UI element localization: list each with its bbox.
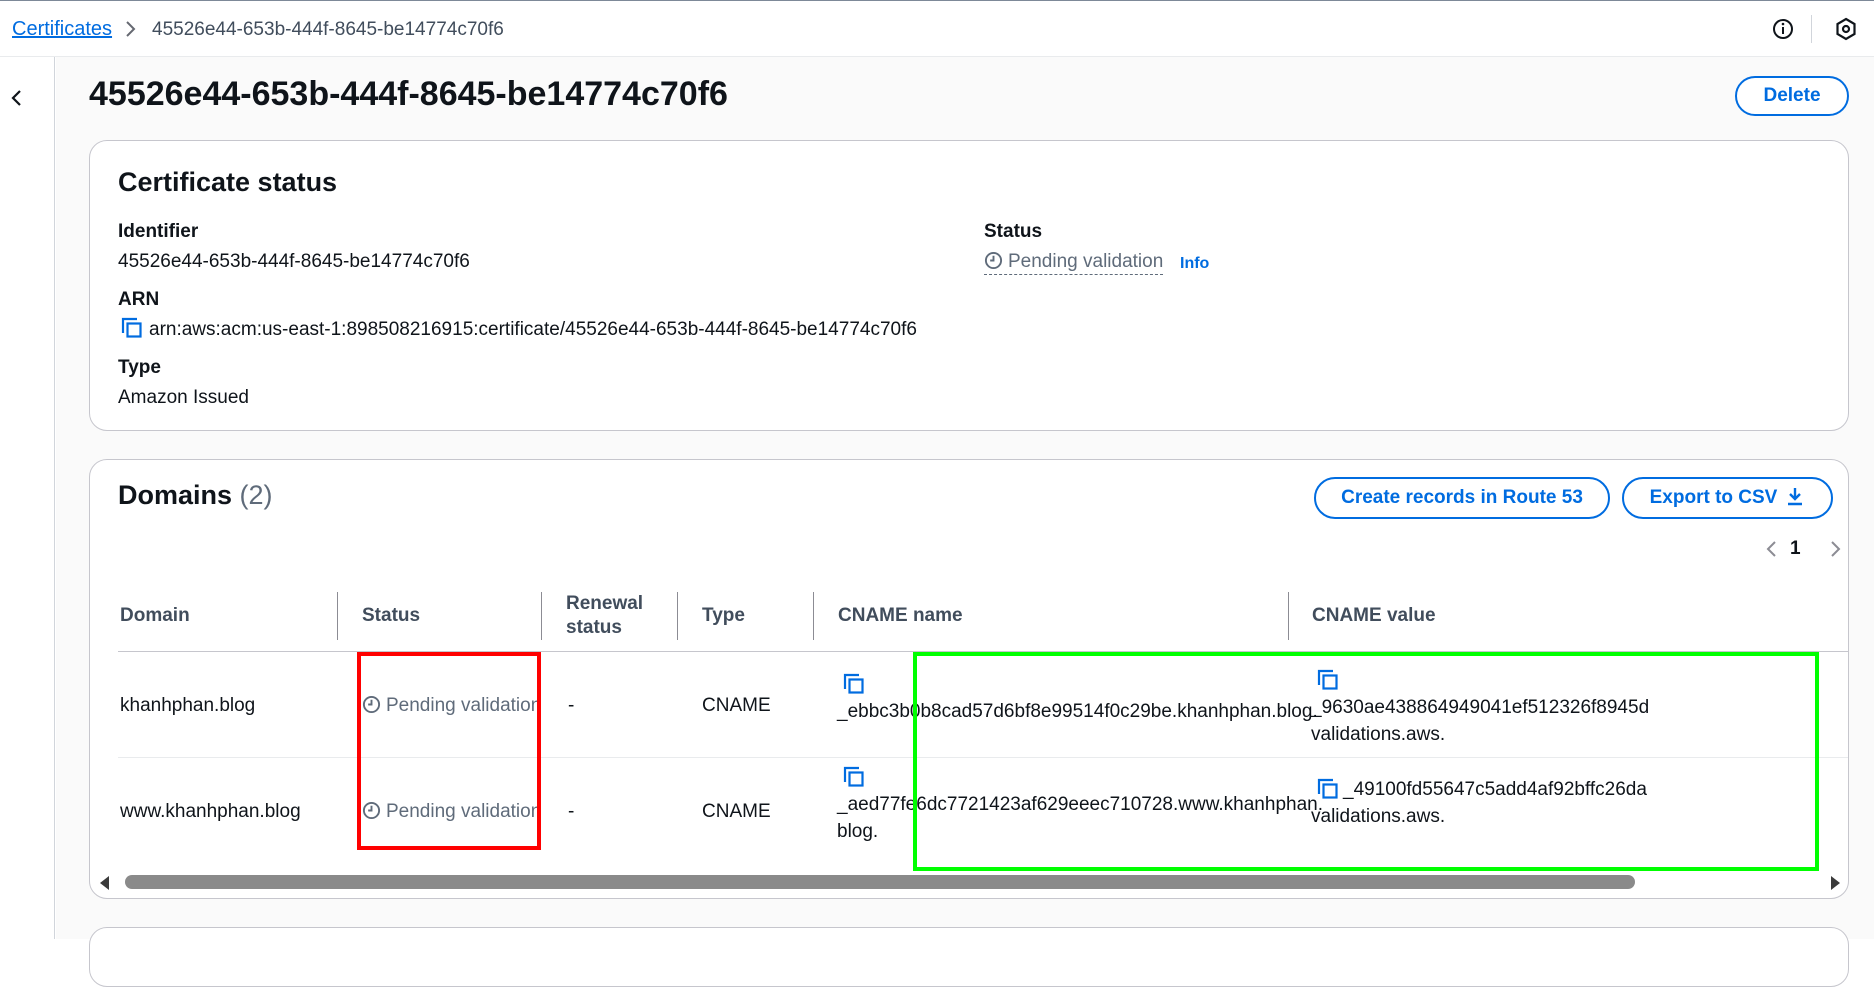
status-highlight-box [357, 652, 541, 850]
col-header-cname-name[interactable]: CNAME name [838, 604, 963, 628]
create-records-route53-button[interactable]: Create records in Route 53 [1314, 477, 1610, 519]
copy-icon[interactable] [842, 765, 866, 789]
col-header-renewal-line2: status [566, 617, 622, 638]
status-value: Pending validation [984, 251, 1164, 275]
top-bar: Certificates 45526e44-653b-444f-8645-be1… [0, 0, 1874, 57]
copy-icon[interactable] [842, 672, 866, 696]
cname-highlight-box [913, 652, 1819, 871]
col-header-status[interactable]: Status [362, 604, 420, 628]
identifier-label: Identifier [118, 221, 199, 242]
certificate-status-title: Certificate status [118, 167, 338, 197]
domains-title: Domains (2) [118, 480, 273, 511]
breadcrumb-separator [124, 19, 138, 45]
row1-renewal: - [568, 695, 575, 716]
arn-label: ARN [118, 289, 160, 310]
col-header-type[interactable]: Type [702, 604, 745, 628]
col-resizer[interactable] [813, 592, 814, 640]
export-csv-button[interactable]: Export to CSV [1622, 477, 1833, 519]
col-resizer[interactable] [1288, 592, 1289, 640]
next-section-card [89, 927, 1849, 987]
breadcrumb-current: 45526e44-653b-444f-8645-be14774c70f6 [152, 19, 504, 40]
type-value: Amazon Issued [118, 387, 249, 408]
export-csv-label: Export to CSV [1649, 487, 1778, 508]
pagination-next-icon[interactable] [1826, 540, 1844, 558]
clock-icon [984, 251, 1003, 270]
hexagon-settings-icon[interactable] [1834, 17, 1858, 41]
scroll-right-arrow-icon[interactable] [1831, 876, 1840, 890]
status-info-link[interactable]: Info [1180, 255, 1209, 273]
certificate-status-card: Certificate status Identifier 45526e44-6… [89, 140, 1849, 431]
pagination-prev-icon[interactable] [1763, 540, 1781, 558]
info-circle-icon[interactable] [1771, 17, 1795, 41]
main-content: 45526e44-653b-444f-8645-be14774c70f6 Del… [56, 57, 1874, 987]
download-icon [1788, 488, 1803, 506]
col-resizer[interactable] [541, 592, 542, 640]
domains-title-text: Domains [118, 480, 233, 510]
row2-renewal: - [568, 801, 575, 822]
col-header-renewal-line1: Renewal [566, 593, 644, 614]
chevron-left-icon[interactable] [6, 87, 28, 109]
left-rail [0, 57, 55, 939]
pagination-page-number[interactable]: 1 [1790, 538, 1801, 560]
identifier-value: 45526e44-653b-444f-8645-be14774c70f6 [118, 251, 470, 272]
col-resizer[interactable] [337, 592, 338, 640]
scrollbar-thumb[interactable] [125, 875, 1635, 889]
domains-card: Domains (2) Create records in Route 53 E… [89, 459, 1849, 899]
arn-value: arn:aws:acm:us-east-1:898508216915:certi… [149, 319, 917, 340]
delete-button[interactable]: Delete [1735, 76, 1849, 116]
col-resizer[interactable] [677, 592, 678, 640]
top-divider [1811, 15, 1812, 43]
copy-icon[interactable] [120, 316, 144, 340]
breadcrumb-certificates-link[interactable]: Certificates [12, 18, 112, 41]
row2-type: CNAME [702, 801, 771, 822]
row1-type: CNAME [702, 695, 771, 716]
scroll-left-arrow-icon[interactable] [100, 876, 109, 890]
col-header-cname-value[interactable]: CNAME value [1312, 604, 1436, 628]
row2-domain: www.khanhphan.blog [120, 801, 301, 822]
status-value-text: Pending validation [1008, 251, 1164, 272]
domains-count: (2) [239, 480, 273, 510]
row1-domain: khanhphan.blog [120, 695, 256, 716]
chevron-right-icon [126, 21, 136, 37]
col-header-renewal-status[interactable]: Renewal status [566, 592, 643, 640]
type-label: Type [118, 357, 161, 378]
page-title: 45526e44-653b-444f-8645-be14774c70f6 [89, 75, 728, 113]
status-label: Status [984, 221, 1043, 242]
col-header-domain[interactable]: Domain [120, 604, 190, 628]
horizontal-scrollbar[interactable] [100, 872, 1840, 892]
